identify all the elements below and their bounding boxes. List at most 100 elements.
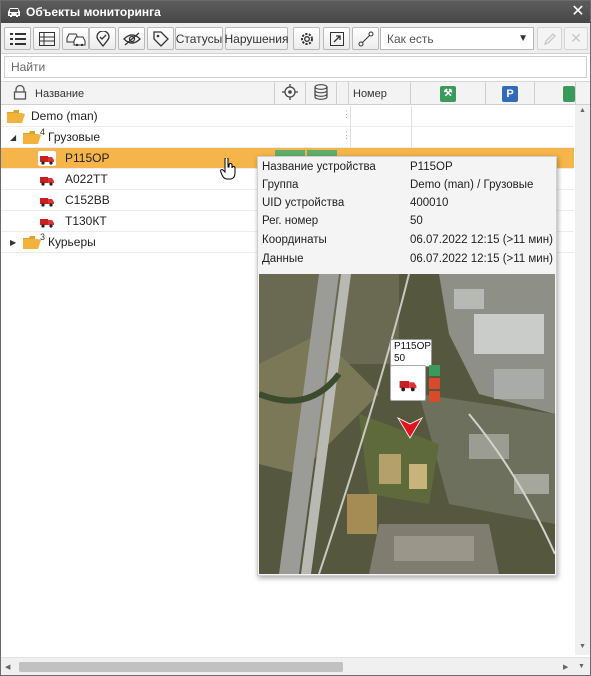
route-button[interactable] [352,27,379,50]
close-icon[interactable]: ✕ [570,3,586,20]
tooltip-value: Р115ОР [410,161,453,173]
title-bar[interactable]: Объекты мониторинга ✕ [1,1,590,23]
unit-name: С152ВВ [65,193,110,207]
lock-icon [13,84,27,103]
export-icon [329,31,344,46]
window-title: Объекты мониторинга [26,5,161,19]
name-column-label: Название [35,87,85,100]
sort-mode-select[interactable]: Как есть ▼ [380,27,534,50]
tree-group-trucks[interactable]: ◢ 4 Грузовые ⋮ [1,127,574,148]
edit-icon [543,32,557,46]
database-icon [314,84,328,103]
map-unit-label: Р115ОР 50 [390,339,432,367]
tooltip-value: 06.07.2022 12:15 (>11 мин) [410,253,553,265]
collapse-icon[interactable]: ◢ [10,133,16,142]
folder-open-icon [7,110,25,123]
location-column-header[interactable] [275,82,306,105]
column-header: Название Номер ⚒ P [1,81,590,105]
column-divider [411,127,412,148]
drag-handle-icon[interactable]: ⋮ [342,109,351,120]
tooltip-value: Demo (man) / Грузовые [410,179,534,191]
tooltip-row: Название устройства Р115ОР [261,159,555,177]
fuel-icon [429,391,440,402]
expand-icon[interactable]: ▶ [10,238,16,247]
unit-name: Р115ОР [65,151,110,165]
tooltip-value: 06.07.2022 12:15 (>11 мин) [410,234,553,246]
satellite-map[interactable]: Р115ОР 50 [259,274,555,574]
tooltip-row: Группа Demo (man) / Грузовые [261,177,555,195]
name-column-header[interactable]: Название [1,82,275,105]
tooltip-value: 400010 [410,197,449,209]
alarm-icon [429,378,440,389]
vertical-scrollbar[interactable]: ▲ ▼ [575,105,590,655]
car-icon [6,5,22,19]
truck-icon [38,151,56,166]
hide-button[interactable] [118,27,145,50]
horizontal-scrollbar[interactable]: ◀ ▶ ▼ [1,657,590,675]
number-column-header[interactable]: Номер [349,82,411,105]
engine-icon: ⚒ [440,85,456,102]
tooltip-key: Название устройства [262,161,376,173]
column-divider [411,106,412,127]
tooltip-key: UID устройства [262,197,345,209]
export-button[interactable] [323,27,350,50]
tags-button[interactable] [147,27,174,50]
tooltip-key: Группа [262,179,299,191]
delete-icon: ✕ [570,30,582,46]
geofence-button[interactable] [89,27,116,50]
table-icon [38,31,55,46]
data-column-header[interactable] [306,82,337,105]
tree-group-demo[interactable]: Demo (man) ⋮ [1,106,574,127]
settings-icon [299,31,315,47]
tooltip-row: Данные 06.07.2022 12:15 (>11 мин) [261,251,555,269]
column-resize-handle[interactable] [337,82,349,105]
map-unit-number: 50 [394,353,406,364]
engine-column-header[interactable]: ⚒ [411,82,486,105]
edit-button[interactable] [537,27,562,50]
hide-icon [122,32,141,46]
extra-column-header[interactable] [535,82,576,105]
list-icon [9,32,26,46]
scroll-down-icon[interactable]: ▼ [578,663,585,670]
tooltip-value: 50 [410,215,423,227]
list-view-button[interactable] [4,27,31,50]
group-count: 3 [40,232,46,242]
route-icon [358,31,374,47]
sort-mode-value: Как есть [387,31,434,46]
truck-icon [38,172,56,187]
monitoring-objects-window: Объекты мониторинга ✕ Статусы Нарушения [0,0,591,676]
parking-column-header[interactable]: P [486,82,535,105]
scrollbar-thumb[interactable] [19,662,343,672]
folder-icon [23,236,41,249]
engine-icon [429,365,440,376]
chevron-down-icon: ▼ [518,33,528,44]
tooltip-row: Координаты 06.07.2022 12:15 (>11 мин) [261,232,555,250]
scroll-down-icon[interactable]: ▼ [579,643,586,650]
tag-icon [152,30,169,47]
tooltip-key: Данные [262,253,304,265]
hand-cursor-icon [220,158,236,180]
target-icon [282,84,298,103]
delete-button[interactable]: ✕ [564,27,588,50]
unit-name: Т130КТ [65,214,107,228]
table-view-button[interactable] [33,27,60,50]
group-name: Курьеры [48,235,96,249]
scroll-right-icon[interactable]: ▶ [563,663,568,671]
vehicles-button[interactable] [62,27,89,50]
geofence-icon [95,30,110,47]
map-unit-marker[interactable] [390,365,426,401]
tooltip-row: UID устройства 400010 [261,195,555,213]
violations-button[interactable]: Нарушения [225,27,289,50]
scroll-left-icon[interactable]: ◀ [5,663,10,671]
scroll-up-icon[interactable]: ▲ [579,107,586,114]
parking-icon: P [502,85,518,102]
truck-icon [38,214,56,229]
truck-icon [38,193,56,208]
search-input[interactable]: Найти [4,56,587,78]
statuses-button[interactable]: Статусы [175,27,223,50]
vehicles-icon [66,32,86,46]
drag-handle-icon[interactable]: ⋮ [342,130,351,141]
truck-icon [399,381,417,392]
sensor-icon [563,85,575,102]
settings-button[interactable] [293,27,320,50]
